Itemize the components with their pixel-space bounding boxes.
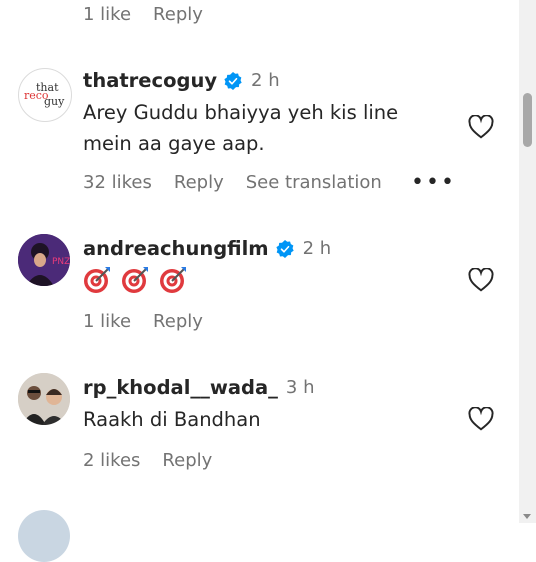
heart-icon[interactable] [468,268,494,292]
comment-meta-row: 32 likes Reply See translation [83,172,404,193]
username[interactable]: andreachungfilm [83,237,269,260]
verified-badge-icon [276,239,294,258]
comment-meta-row: 2 likes Reply [83,450,234,471]
direct-hit-icon [160,267,186,293]
comment-meta-row: 1 like Reply [83,311,225,332]
scrollbar[interactable] [519,0,536,523]
comment-meta-row: 1 like Reply [83,4,225,25]
avatar[interactable]: PNZ [18,234,70,286]
heart-icon[interactable] [468,115,494,139]
username[interactable]: thatrecoguy [83,69,217,92]
timestamp[interactable]: 3 h [286,377,315,398]
avatar[interactable] [18,373,70,425]
scrollbar-thumb[interactable] [523,93,532,147]
svg-text:guy: guy [44,95,65,108]
more-options-icon[interactable]: ••• [411,170,456,195]
comment-text: Arey Guddu bhaiyya yeh kis line mein aa … [83,101,399,155]
svg-text:PNZ: PNZ [52,257,70,267]
like-count[interactable]: 1 like [83,311,131,332]
timestamp[interactable]: 2 h [303,238,332,259]
direct-hit-icon [84,267,110,293]
username[interactable]: rp_khodal__wada_ [83,376,278,399]
reply-button[interactable]: Reply [162,450,212,471]
avatar[interactable] [18,510,70,562]
verified-badge-icon [224,71,242,90]
reply-button[interactable]: Reply [174,172,224,193]
heart-icon[interactable] [468,407,494,431]
like-count[interactable]: 32 likes [83,172,152,193]
like-count[interactable]: 1 like [83,4,131,25]
scroll-down-arrow-icon[interactable] [523,514,531,519]
timestamp[interactable]: 2 h [251,70,280,91]
direct-hit-icon [122,267,148,293]
comment-text [83,266,443,303]
see-translation-button[interactable]: See translation [246,172,382,193]
reply-button[interactable]: Reply [153,311,203,332]
reply-button[interactable]: Reply [153,4,203,25]
like-count[interactable]: 2 likes [83,450,140,471]
comment-text: Raakh di Bandhan [83,408,261,431]
avatar[interactable]: that reco guy [18,68,72,122]
